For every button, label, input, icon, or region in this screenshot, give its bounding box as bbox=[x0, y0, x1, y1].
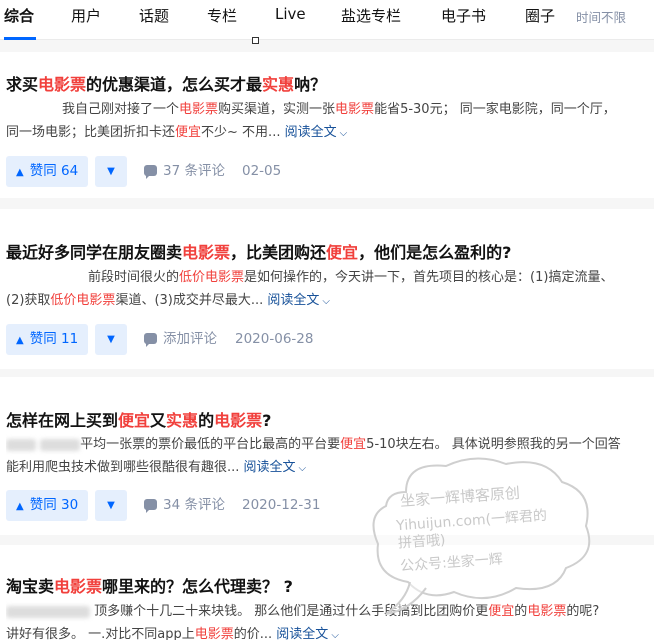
keyword-highlight: 低价电影票 bbox=[50, 293, 116, 308]
text-segment: 能省5-30元； 同一家电影院，同一个厅， bbox=[374, 102, 616, 117]
vote-down-button[interactable]: ▼ bbox=[95, 490, 127, 521]
watermark-line: 拼音哦) bbox=[397, 532, 447, 552]
text-segment: 淘宝卖 bbox=[6, 577, 55, 596]
text-segment: 最近好多同学在朋友圈卖 bbox=[6, 243, 183, 262]
chevron-down-icon: ⌵ bbox=[331, 630, 339, 640]
search-type-tabs: 综合 用户 话题 专栏 Live 盐选专栏 电子书 圈子 时间不限 bbox=[0, 0, 654, 44]
keyword-highlight: 电影票 bbox=[38, 75, 87, 94]
answer-excerpt[interactable]: 我自己刚对接了一个电影票购买渠道，实测一张电影票能省5-30元； 同一家电影院，… bbox=[6, 98, 652, 144]
read-more-link[interactable]: 阅读全文 ⌵ bbox=[244, 460, 307, 475]
comment-button[interactable]: 34 条评论 bbox=[144, 490, 225, 521]
vote-up-button[interactable]: ▲ 赞同 30 bbox=[6, 490, 89, 521]
keyword-highlight: 便宜 bbox=[326, 243, 359, 262]
text-segment: 的 bbox=[198, 411, 215, 430]
answer-date: 2020-12-31 bbox=[242, 497, 321, 513]
answer-date: 02-05 bbox=[242, 163, 282, 179]
question-title[interactable]: 最近好多同学在朋友圈卖电影票，比美团购还便宜，他们是怎么盈利的? bbox=[6, 239, 511, 263]
blog-watermark: 坐家一辉博客原创 Yihuijun.com(一辉君的 拼音哦) 公众号:坐家一辉 bbox=[366, 452, 598, 618]
question-title[interactable]: 怎样在网上买到便宜又实惠的电影票? bbox=[6, 407, 271, 431]
text-segment: 购买渠道，实测一张 bbox=[218, 102, 336, 117]
triangle-up-icon: ▲ bbox=[16, 501, 24, 512]
text-segment: 讲好有很多。 一.对比不同app上 bbox=[6, 627, 195, 640]
read-more-link[interactable]: 阅读全文 ⌵ bbox=[267, 293, 330, 308]
triangle-down-icon: ▼ bbox=[107, 166, 115, 177]
tab-ebooks[interactable]: 电子书 bbox=[441, 5, 486, 26]
text-segment: 呐？ bbox=[294, 75, 327, 94]
active-tab-indicator bbox=[4, 37, 36, 40]
tab-topics[interactable]: 话题 bbox=[139, 5, 169, 26]
tab-columns[interactable]: 专栏 bbox=[207, 5, 237, 26]
text-segment: ，他们是怎么盈利的? bbox=[358, 243, 512, 262]
triangle-up-icon: ▲ bbox=[16, 335, 24, 346]
chevron-down-icon: ⌵ bbox=[339, 128, 348, 139]
chevron-down-icon: ⌵ bbox=[298, 463, 307, 474]
vote-down-button[interactable]: ▼ bbox=[95, 324, 127, 355]
tab-circles[interactable]: 圈子 bbox=[525, 5, 555, 26]
triangle-up-icon: ▲ bbox=[16, 167, 24, 178]
read-more-link[interactable]: 阅读全文 ⌵ bbox=[276, 627, 339, 640]
text-segment: 能利用爬虫技术做到哪些很酷很有趣很... bbox=[6, 460, 244, 475]
time-filter-dropdown[interactable]: 时间不限 bbox=[576, 7, 626, 26]
tab-users[interactable]: 用户 bbox=[71, 5, 101, 26]
text-segment: 我自己刚对接了一个 bbox=[62, 102, 180, 117]
text-segment: 求买 bbox=[6, 75, 39, 94]
tab-general[interactable]: 综合 bbox=[4, 5, 34, 26]
text-segment: 又 bbox=[150, 411, 167, 430]
text-segment: 怎样在网上买到 bbox=[6, 411, 119, 430]
question-title[interactable]: 淘宝卖电影票哪里来的？怎么代理卖？ ? bbox=[6, 573, 293, 597]
text-segment: 哪里来的？怎么代理卖？ ? bbox=[102, 577, 293, 596]
vote-up-button[interactable]: ▲ 赞同 11 bbox=[6, 324, 89, 355]
text-segment: ? bbox=[262, 411, 272, 430]
keyword-highlight: 电影票 bbox=[194, 627, 234, 640]
comment-button[interactable]: 37 条评论 bbox=[144, 156, 225, 187]
question-title[interactable]: 求买电影票的优惠渠道，怎么买才最实惠呐？ bbox=[6, 71, 326, 95]
read-more-link[interactable]: 阅读全文 ⌵ bbox=[285, 125, 348, 140]
tab-salt-columns[interactable]: 盐选专栏 bbox=[341, 5, 401, 26]
keyword-highlight: 便宜 bbox=[175, 125, 202, 140]
resize-handle[interactable] bbox=[252, 37, 259, 44]
keyword-highlight: 便宜 bbox=[118, 411, 151, 430]
text-segment: 是如何操作的，今天讲一下，首先项目的核心是：(1)搞定流量、 bbox=[244, 270, 614, 285]
search-result-card: 最近好多同学在朋友圈卖电影票，比美团购还便宜，他们是怎么盈利的? 前段时间很火的… bbox=[0, 209, 654, 369]
keyword-highlight: 电影票 bbox=[335, 102, 375, 117]
comment-button[interactable]: 添加评论 bbox=[144, 324, 217, 355]
comment-bubble-icon bbox=[144, 333, 157, 347]
keyword-highlight: 电影票 bbox=[54, 577, 103, 596]
keyword-highlight: 电影票 bbox=[214, 411, 263, 430]
answer-date: 2020-06-28 bbox=[235, 331, 314, 347]
vote-down-button[interactable]: ▼ bbox=[95, 156, 127, 187]
text-segment: 不少~ 不用... bbox=[201, 125, 285, 140]
text-segment: 的价... bbox=[233, 627, 277, 640]
text-segment: 5-10块左右。 具体说明参照我的另一个回答 bbox=[366, 437, 621, 452]
vote-up-button[interactable]: ▲ 赞同 64 bbox=[6, 156, 89, 187]
text-segment: 渠道、(3)成交并尽最大... bbox=[115, 293, 268, 308]
keyword-highlight: 实惠 bbox=[262, 75, 295, 94]
comment-bubble-icon bbox=[144, 165, 157, 179]
keyword-highlight: 便宜 bbox=[340, 437, 367, 452]
keyword-highlight: 电影票 bbox=[179, 102, 219, 117]
search-result-card: 求买电影票的优惠渠道，怎么买才最实惠呐？ 我自己刚对接了一个电影票购买渠道，实测… bbox=[0, 52, 654, 198]
text-segment: 前段时间很火的 bbox=[88, 270, 180, 285]
text-segment: 平均一张票的票价最低的平台比最高的平台要 bbox=[80, 437, 341, 452]
text-segment: 同一场电影；比美团折扣卡还 bbox=[6, 125, 176, 140]
chevron-down-icon: ⌵ bbox=[322, 296, 330, 307]
tab-live[interactable]: Live bbox=[275, 5, 306, 23]
keyword-highlight: 实惠 bbox=[166, 411, 199, 430]
keyword-highlight: 电影票 bbox=[182, 243, 231, 262]
text-segment: (2)获取 bbox=[6, 293, 51, 308]
answer-excerpt[interactable]: 前段时间很火的低价电影票是如何操作的，今天讲一下，首先项目的核心是：(1)搞定流… bbox=[6, 266, 652, 312]
triangle-down-icon: ▼ bbox=[107, 500, 115, 511]
comment-bubble-icon bbox=[144, 499, 157, 513]
keyword-highlight: 低价电影票 bbox=[179, 270, 245, 285]
text-segment: ，比美团购还 bbox=[230, 243, 327, 262]
text-segment: 的优惠渠道，怎么买才最 bbox=[86, 75, 263, 94]
triangle-down-icon: ▼ bbox=[107, 334, 115, 345]
